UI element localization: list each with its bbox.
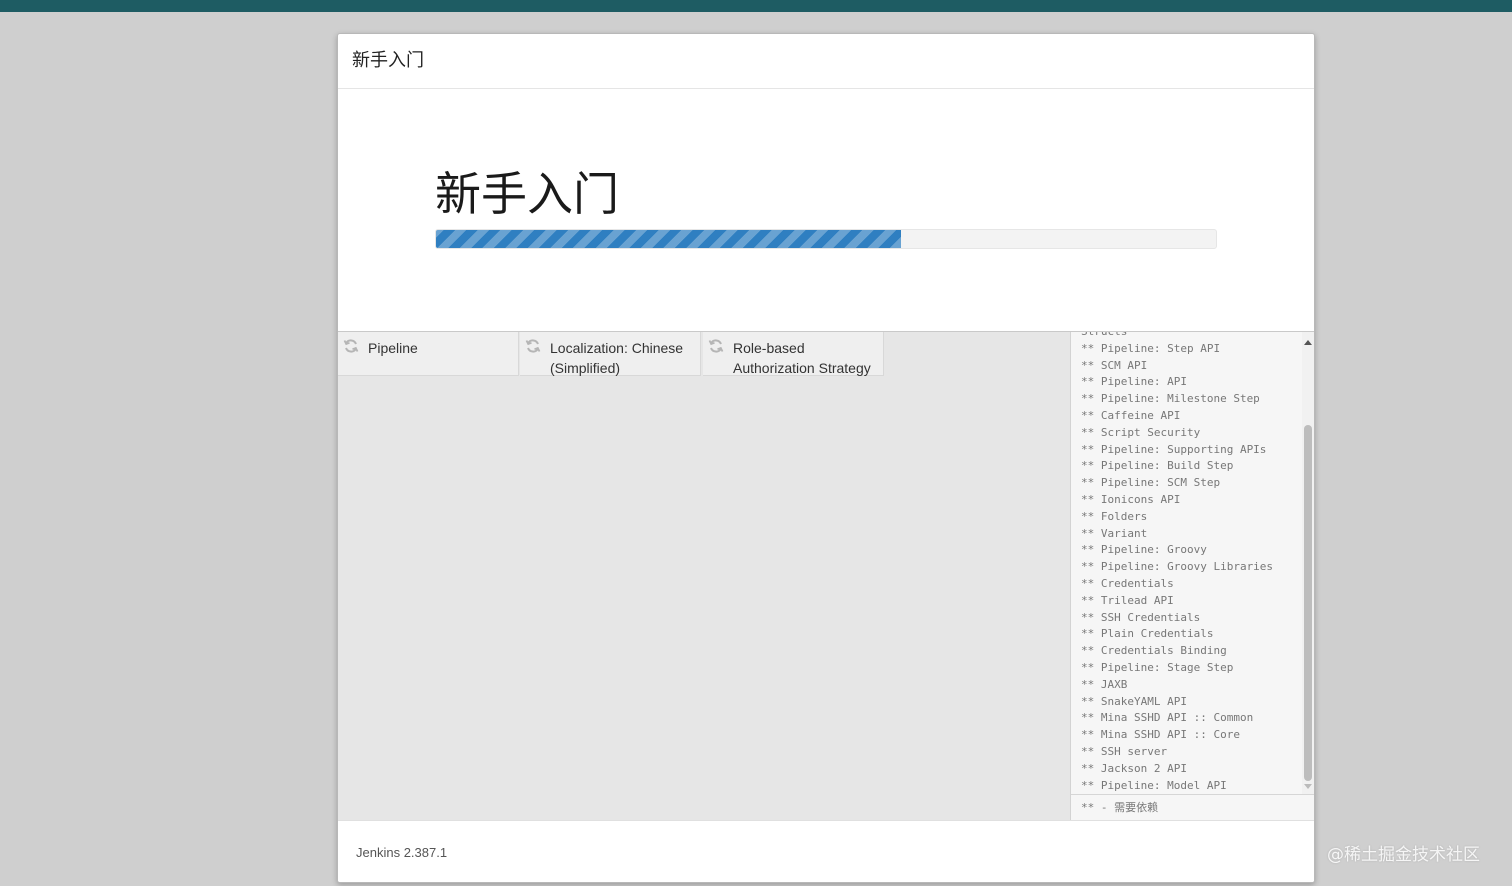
plugin-label: Localization: Chinese (Simplified) bbox=[550, 340, 684, 376]
plugin-tile-pipeline: Pipeline bbox=[338, 332, 519, 376]
refresh-icon bbox=[708, 339, 724, 353]
watermark: @稀土掘金技术社区 bbox=[1327, 845, 1480, 865]
plugin-tile-localization-chinese: Localization: Chinese (Simplified) bbox=[520, 332, 701, 376]
log-line: ** JAXB bbox=[1081, 677, 1128, 691]
install-log-panel: Structs ** Pipeline: Step API ** SCM API *… bbox=[1070, 332, 1314, 821]
log-legend: ** - 需要依赖 bbox=[1071, 794, 1314, 821]
log-line: ** Pipeline: Groovy bbox=[1081, 543, 1207, 557]
scroll-up-arrow-icon[interactable] bbox=[1304, 340, 1312, 345]
log-line: ** Pipeline: SCM Step bbox=[1081, 476, 1221, 490]
log-line: ** Pipeline: Step API bbox=[1081, 341, 1221, 355]
refresh-icon bbox=[525, 339, 541, 353]
log-line: ** Pipeline: Supporting APIs bbox=[1081, 442, 1267, 456]
plugin-label: Role-based Authorization Strategy bbox=[733, 340, 871, 376]
jenkins-version: Jenkins 2.387.1 bbox=[356, 845, 448, 860]
top-nav-bar bbox=[0, 0, 1512, 12]
log-scrollbar-thumb[interactable] bbox=[1304, 425, 1312, 781]
install-log-lines: Structs ** Pipeline: Step API ** SCM API *… bbox=[1081, 332, 1273, 794]
plugin-grid: Pipeline Localization: Chinese (Simplifi… bbox=[338, 332, 1070, 821]
log-line: ** Pipeline: API bbox=[1081, 375, 1187, 389]
log-line: ** SSH server bbox=[1081, 744, 1168, 758]
log-line: ** Trilead API bbox=[1081, 593, 1174, 607]
log-scrollbar[interactable] bbox=[1302, 332, 1314, 794]
plugin-install-area: Pipeline Localization: Chinese (Simplifi… bbox=[338, 331, 1314, 821]
hero-section: 新手入门 bbox=[338, 89, 1314, 331]
plugin-label: Pipeline bbox=[368, 340, 418, 356]
log-line: ** Caffeine API bbox=[1081, 408, 1181, 422]
log-line: ** Variant bbox=[1081, 526, 1148, 540]
log-line: ** Pipeline: Milestone Step bbox=[1081, 392, 1260, 406]
log-line: ** Plain Credentials bbox=[1081, 627, 1214, 641]
hero-title: 新手入门 bbox=[435, 167, 619, 221]
dialog-footer: Jenkins 2.387.1 bbox=[338, 820, 1314, 882]
dialog-header: 新手入门 bbox=[338, 34, 1314, 89]
setup-wizard-dialog: 新手入门 新手入门 Pipeline Localization: Chinese… bbox=[337, 33, 1315, 883]
log-line: ** Script Security bbox=[1081, 425, 1201, 439]
log-line: ** Pipeline: Build Step bbox=[1081, 459, 1234, 473]
log-line: ** Pipeline: Stage Step bbox=[1081, 660, 1234, 674]
scroll-down-arrow-icon[interactable] bbox=[1304, 784, 1312, 789]
log-line: Structs bbox=[1081, 332, 1273, 341]
log-line: ** Credentials Binding bbox=[1081, 644, 1227, 658]
dialog-title: 新手入门 bbox=[352, 50, 424, 71]
log-line: ** Credentials bbox=[1081, 576, 1174, 590]
install-log-scroll-area[interactable]: Structs ** Pipeline: Step API ** SCM API *… bbox=[1071, 332, 1303, 794]
install-progress-bar bbox=[435, 229, 1217, 249]
log-line: ** Folders bbox=[1081, 509, 1148, 523]
log-line: ** Pipeline: Model API bbox=[1081, 778, 1227, 792]
log-line: ** SnakeYAML API bbox=[1081, 694, 1187, 708]
log-line: ** Mina SSHD API :: Core bbox=[1081, 728, 1240, 742]
log-line: ** Ionicons API bbox=[1081, 492, 1181, 506]
refresh-icon bbox=[343, 339, 359, 353]
plugin-tile-role-based-auth: Role-based Authorization Strategy bbox=[703, 332, 884, 376]
install-progress-fill bbox=[436, 230, 901, 248]
log-line: ** SSH Credentials bbox=[1081, 610, 1201, 624]
log-line: ** Mina SSHD API :: Common bbox=[1081, 711, 1254, 725]
log-line: ** Pipeline: Groovy Libraries bbox=[1081, 560, 1274, 574]
log-line: ** SCM API bbox=[1081, 358, 1148, 372]
log-line: ** Jackson 2 API bbox=[1081, 761, 1187, 775]
